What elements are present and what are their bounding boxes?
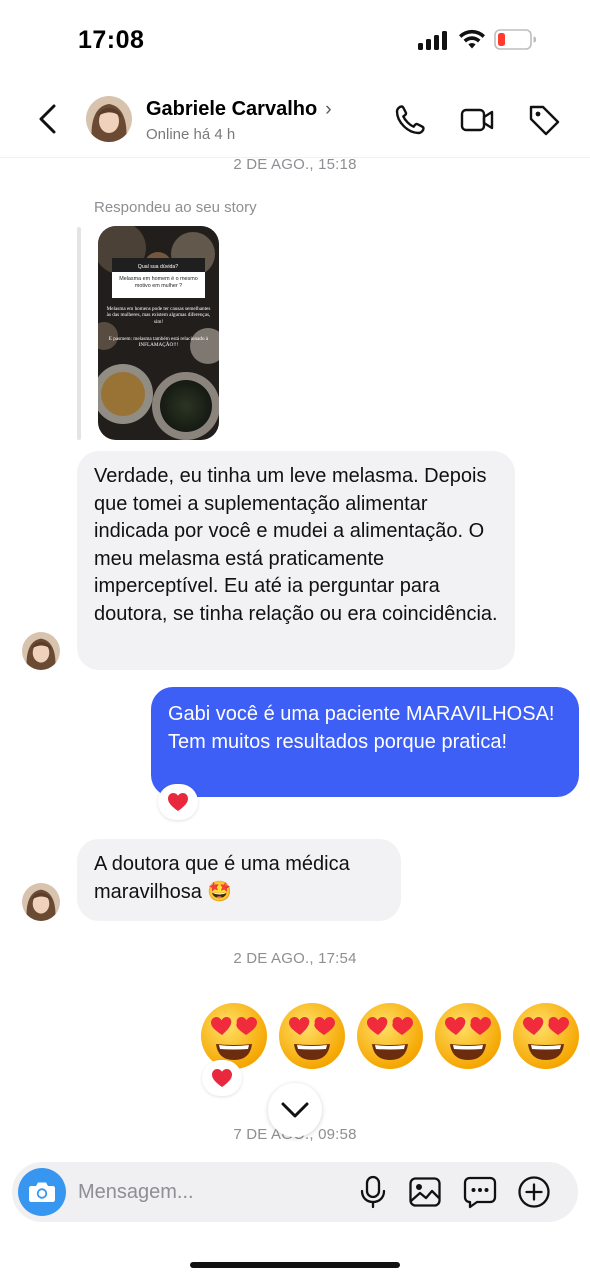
video-call-icon[interactable]	[459, 102, 495, 138]
status-bar: 17:08	[0, 0, 590, 80]
story-thumbnail[interactable]: Qual sua dúvida? Melasma em homem é o me…	[98, 226, 219, 440]
message-reaction[interactable]	[158, 784, 198, 820]
home-indicator[interactable]	[190, 1262, 400, 1268]
heart-reaction-icon	[168, 793, 188, 811]
tag-icon[interactable]	[526, 102, 562, 138]
heart-reaction-icon	[212, 1069, 232, 1087]
timestamp: 2 DE AGO., 17:54	[233, 950, 357, 967]
camera-icon	[29, 1182, 55, 1202]
reply-quote-bar	[77, 227, 81, 440]
chat-header: Gabriele Carvalho › Online há 4 h	[0, 80, 590, 158]
chevron-right-icon: ›	[325, 98, 332, 120]
chevron-down-icon	[281, 1102, 309, 1118]
story-answer: Melasma em homens pode ter causas semelh…	[106, 306, 211, 325]
microphone-icon[interactable]	[355, 1174, 391, 1210]
message-input[interactable]	[78, 1177, 338, 1207]
cellular-signal-icon	[418, 30, 448, 50]
sticker-chat-icon[interactable]	[462, 1174, 498, 1210]
message-reaction[interactable]	[202, 1060, 242, 1096]
wifi-icon	[459, 29, 485, 49]
contact-name: Gabriele Carvalho	[146, 98, 318, 120]
timestamp: 2 DE AGO., 15:18	[233, 156, 357, 173]
story-reply-label: Respondeu ao seu story	[94, 199, 257, 216]
sender-avatar[interactable]	[22, 632, 60, 670]
scroll-to-bottom-button[interactable]	[268, 1083, 322, 1137]
plus-circle-icon[interactable]	[516, 1174, 552, 1210]
outgoing-message[interactable]: Gabi você é uma paciente MARAVILHOSA! Te…	[151, 687, 579, 797]
camera-button[interactable]	[18, 1168, 66, 1216]
heart-eyes-emoji-icon	[513, 1003, 579, 1069]
heart-eyes-emoji-icon	[201, 1003, 267, 1069]
heart-eyes-emoji-icon	[435, 1003, 501, 1069]
back-chevron-icon[interactable]	[34, 102, 64, 136]
battery-low-icon	[494, 29, 536, 50]
gallery-icon[interactable]	[407, 1174, 443, 1210]
status-time: 17:08	[78, 26, 145, 54]
story-question: Melasma em homem é o mesmo motivo em mul…	[119, 276, 198, 289]
phone-icon[interactable]	[392, 102, 428, 138]
message-composer	[12, 1162, 578, 1222]
contact-name-row[interactable]: Gabriele Carvalho ›	[146, 98, 332, 121]
heart-eyes-emoji-icon	[279, 1003, 345, 1069]
incoming-message[interactable]: A doutora que é uma médica maravilhosa 🤩	[77, 839, 401, 921]
incoming-message[interactable]: Verdade, eu tinha um leve melasma. Depoi…	[77, 451, 515, 670]
story-answer-2: E pasmem: melasma também está relacionad…	[108, 336, 209, 349]
presence-status: Online há 4 h	[146, 126, 236, 143]
heart-eyes-emoji-icon	[357, 1003, 423, 1069]
outgoing-emoji-message[interactable]	[198, 1000, 582, 1072]
story-question-header: Qual sua dúvida?	[138, 264, 178, 270]
sender-avatar[interactable]	[22, 883, 60, 921]
contact-avatar[interactable]	[86, 96, 132, 142]
